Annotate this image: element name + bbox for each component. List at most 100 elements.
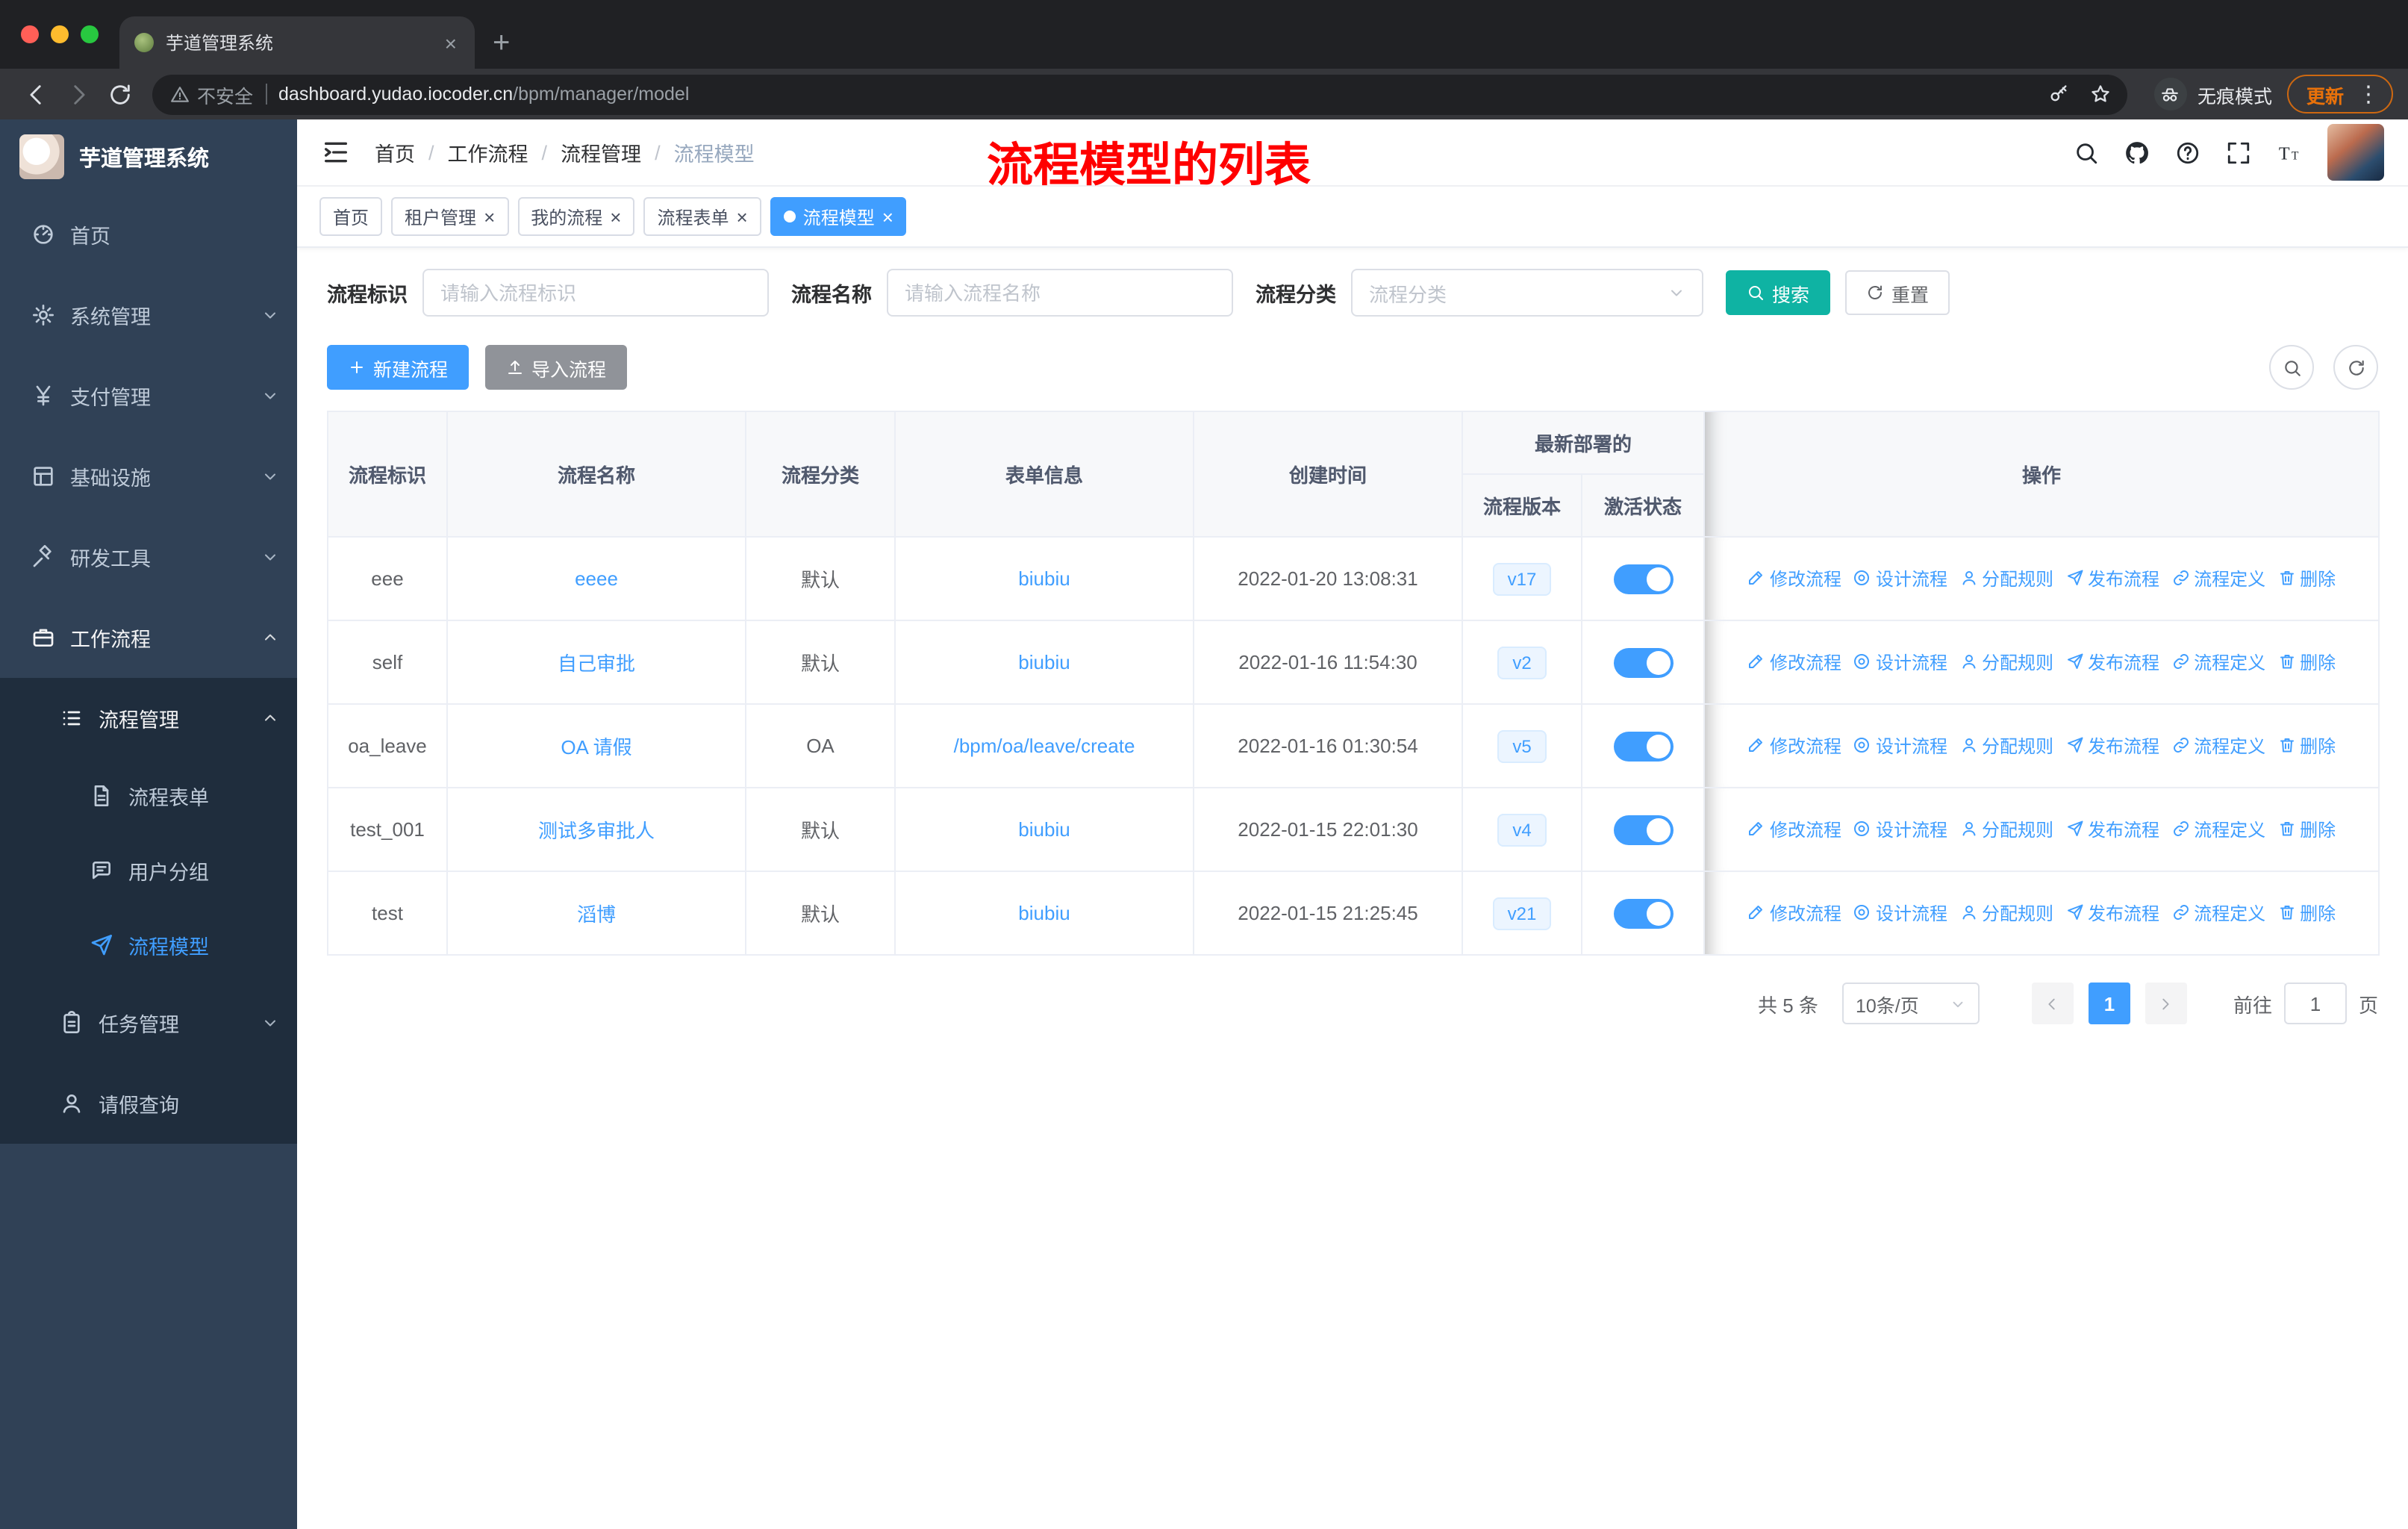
action-分配规则[interactable]: 分配规则	[1959, 817, 2053, 842]
goto-page-input[interactable]	[2283, 983, 2347, 1024]
form-info-link[interactable]: /bpm/oa/leave/create	[954, 735, 1135, 757]
action-删除[interactable]: 删除	[2277, 733, 2336, 759]
key-icon[interactable]	[2041, 76, 2077, 112]
action-设计流程[interactable]: 设计流程	[1853, 733, 1947, 759]
action-发布流程[interactable]: 发布流程	[2065, 817, 2159, 842]
action-发布流程[interactable]: 发布流程	[2065, 566, 2159, 591]
sidebar-logo[interactable]: 芋道管理系统	[0, 119, 297, 194]
action-流程定义[interactable]: 流程定义	[2171, 566, 2265, 591]
page-1-button[interactable]: 1	[2088, 983, 2130, 1024]
reload-icon[interactable]	[99, 73, 140, 115]
browser-tab[interactable]: 芋道管理系统 ×	[119, 16, 475, 69]
search-icon[interactable]	[2074, 140, 2099, 165]
active-toggle[interactable]	[1613, 647, 1673, 677]
new-tab-button[interactable]: +	[493, 28, 510, 58]
process-name-link[interactable]: 测试多审批人	[538, 820, 655, 842]
action-修改流程[interactable]: 修改流程	[1747, 650, 1841, 675]
page-size-select[interactable]: 10条/页	[1841, 983, 1980, 1024]
process-id-input[interactable]	[422, 269, 769, 317]
import-process-button[interactable]: 导入流程	[485, 345, 628, 390]
browser-update-button[interactable]: 更新 ⋮	[2286, 75, 2393, 113]
sidebar-item-基础设施[interactable]: 基础设施	[0, 436, 297, 517]
active-toggle[interactable]	[1613, 898, 1673, 928]
process-category-select[interactable]: 流程分类	[1351, 269, 1703, 317]
tag-close-icon[interactable]: ×	[882, 207, 893, 226]
tag-close-icon[interactable]: ×	[737, 207, 748, 226]
close-window-button[interactable]	[21, 25, 39, 43]
active-toggle[interactable]	[1613, 564, 1673, 594]
action-发布流程[interactable]: 发布流程	[2065, 900, 2159, 926]
process-name-link[interactable]: eeee	[575, 567, 618, 590]
breadcrumb-item[interactable]: 工作流程	[448, 137, 528, 167]
active-toggle[interactable]	[1613, 731, 1673, 761]
tag-我的流程[interactable]: 我的流程 ×	[517, 197, 635, 236]
sidebar-item-工作流程[interactable]: 工作流程	[0, 597, 297, 678]
minimize-window-button[interactable]	[51, 25, 69, 43]
tag-流程表单[interactable]: 流程表单 ×	[643, 197, 761, 236]
sidebar-item-系统管理[interactable]: 系统管理	[0, 275, 297, 355]
action-删除[interactable]: 删除	[2277, 566, 2336, 591]
action-分配规则[interactable]: 分配规则	[1959, 733, 2053, 759]
tag-流程模型[interactable]: 流程模型 ×	[770, 197, 907, 236]
address-bar[interactable]: 不安全 dashboard.yudao.iocoder.cn/bpm/manag…	[152, 74, 2127, 114]
avatar[interactable]	[2327, 124, 2384, 181]
action-分配规则[interactable]: 分配规则	[1959, 566, 2053, 591]
sidebar-item-用户分组[interactable]: 用户分组	[0, 833, 297, 908]
fullscreen-icon[interactable]	[2226, 140, 2251, 165]
form-info-link[interactable]: biubiu	[1018, 567, 1070, 590]
sidebar-item-任务管理[interactable]: 任务管理	[0, 983, 297, 1063]
form-info-link[interactable]: biubiu	[1018, 818, 1070, 841]
breadcrumb-item[interactable]: 流程管理	[561, 137, 641, 167]
sidebar-item-请假查询[interactable]: 请假查询	[0, 1063, 297, 1144]
sidebar-item-流程表单[interactable]: 流程表单	[0, 759, 297, 833]
form-info-link[interactable]: biubiu	[1018, 651, 1070, 673]
action-修改流程[interactable]: 修改流程	[1747, 566, 1841, 591]
forward-icon[interactable]	[57, 73, 99, 115]
action-设计流程[interactable]: 设计流程	[1853, 817, 1947, 842]
action-删除[interactable]: 删除	[2277, 900, 2336, 926]
prev-page-button[interactable]	[2031, 983, 2074, 1024]
action-流程定义[interactable]: 流程定义	[2171, 817, 2265, 842]
tab-close-icon[interactable]: ×	[442, 31, 460, 55]
github-icon[interactable]	[2124, 140, 2150, 165]
action-删除[interactable]: 删除	[2277, 817, 2336, 842]
tag-close-icon[interactable]: ×	[610, 207, 621, 226]
action-发布流程[interactable]: 发布流程	[2065, 650, 2159, 675]
action-设计流程[interactable]: 设计流程	[1853, 566, 1947, 591]
active-toggle[interactable]	[1613, 815, 1673, 844]
action-删除[interactable]: 删除	[2277, 650, 2336, 675]
action-发布流程[interactable]: 发布流程	[2065, 733, 2159, 759]
form-info-link[interactable]: biubiu	[1018, 902, 1070, 924]
action-设计流程[interactable]: 设计流程	[1853, 900, 1947, 926]
action-流程定义[interactable]: 流程定义	[2171, 733, 2265, 759]
next-page-button[interactable]	[2145, 983, 2187, 1024]
sidebar-item-流程模型[interactable]: 流程模型	[0, 908, 297, 983]
zoom-window-button[interactable]	[81, 25, 99, 43]
action-流程定义[interactable]: 流程定义	[2171, 900, 2265, 926]
action-分配规则[interactable]: 分配规则	[1959, 900, 2053, 926]
search-button[interactable]: 搜索	[1726, 270, 1831, 315]
security-indicator[interactable]: 不安全	[170, 80, 253, 108]
tag-close-icon[interactable]: ×	[484, 207, 495, 226]
create-process-button[interactable]: 新建流程	[327, 345, 470, 390]
help-icon[interactable]	[2175, 140, 2200, 165]
action-设计流程[interactable]: 设计流程	[1853, 650, 1947, 675]
action-流程定义[interactable]: 流程定义	[2171, 650, 2265, 675]
sidebar-item-支付管理[interactable]: 支付管理	[0, 355, 297, 436]
action-分配规则[interactable]: 分配规则	[1959, 650, 2053, 675]
action-修改流程[interactable]: 修改流程	[1747, 900, 1841, 926]
toggle-search-button[interactable]	[2269, 345, 2314, 390]
action-修改流程[interactable]: 修改流程	[1747, 733, 1841, 759]
process-name-link[interactable]: OA 请假	[561, 736, 631, 759]
sidebar-item-首页[interactable]: 首页	[0, 194, 297, 275]
browser-menu-icon[interactable]: ⋮	[2353, 81, 2384, 108]
collapse-sidebar-icon[interactable]	[321, 137, 351, 167]
breadcrumb-item[interactable]: 首页	[375, 137, 415, 167]
tag-首页[interactable]: 首页	[319, 197, 383, 236]
action-修改流程[interactable]: 修改流程	[1747, 817, 1841, 842]
bookmark-star-icon[interactable]	[2083, 76, 2118, 112]
sidebar-item-流程管理[interactable]: 流程管理	[0, 678, 297, 759]
reset-button[interactable]: 重置	[1845, 270, 1950, 315]
tag-租户管理[interactable]: 租户管理 ×	[391, 197, 509, 236]
font-size-icon[interactable]	[2277, 140, 2302, 165]
